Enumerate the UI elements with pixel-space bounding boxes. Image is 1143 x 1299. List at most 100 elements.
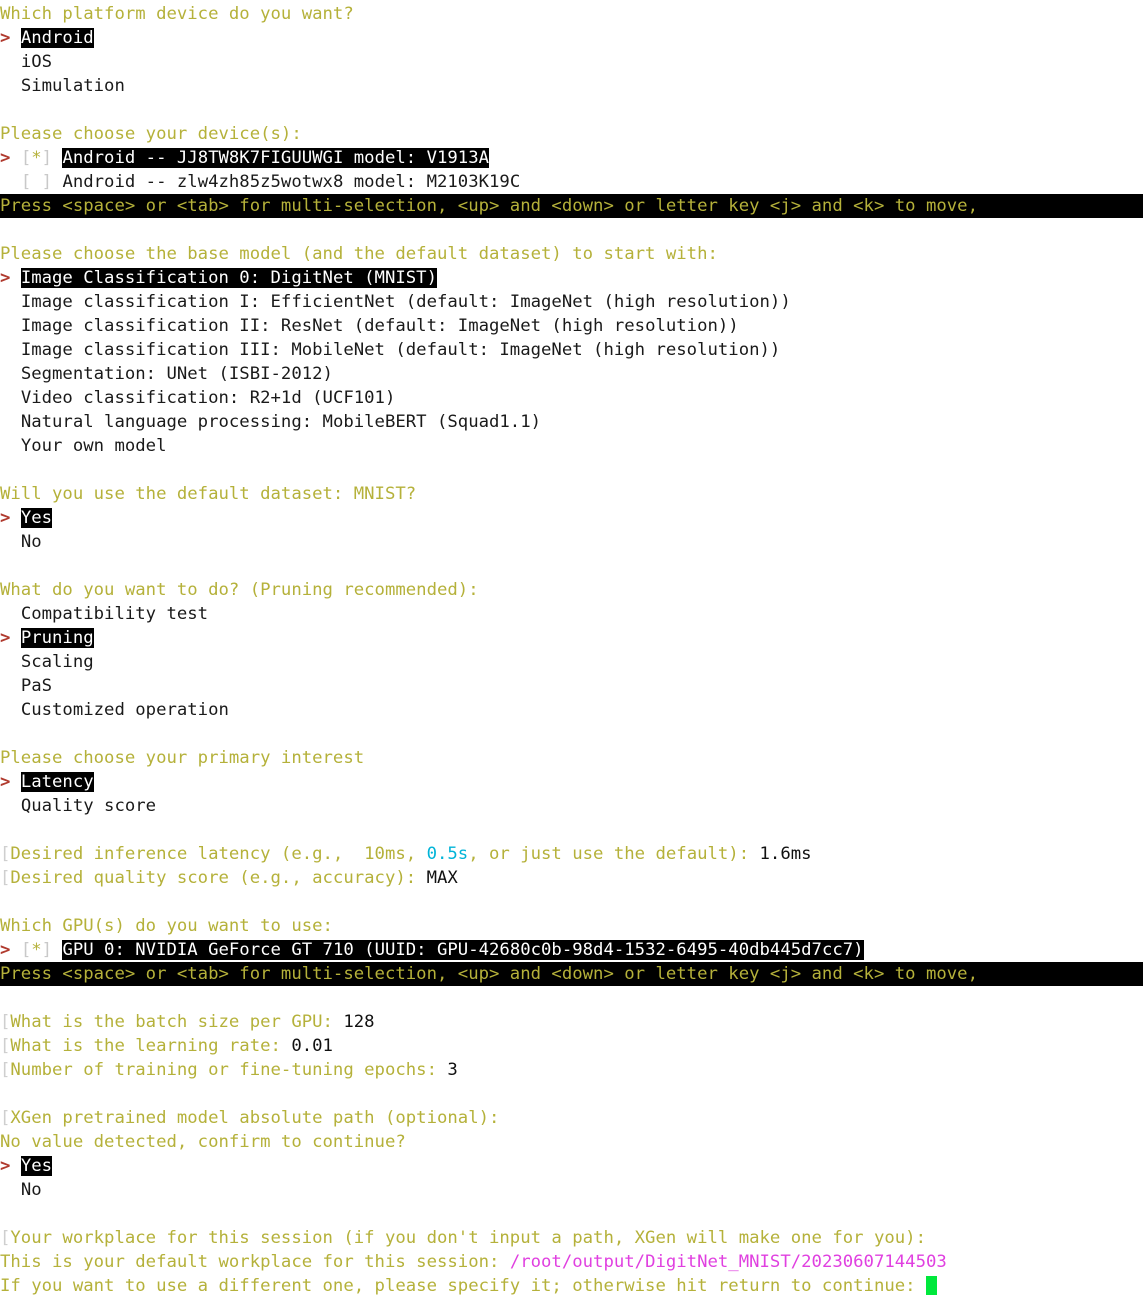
multiselect-hint-text: Press <space> or <tab> for multi-selecti… [0, 964, 978, 984]
default-dataset-question: Will you use the default dataset: MNIST? [0, 482, 1143, 506]
gpu-label: GPU 0: NVIDIA GeForce GT 710 (UUID: GPU-… [62, 940, 864, 960]
pointer-icon: > [0, 1156, 11, 1176]
task-question: What do you want to do? (Pruning recomme… [0, 578, 1143, 602]
primary-interest-option-quality-score[interactable]: Quality score [0, 794, 1143, 818]
base-model-option-label: Your own model [20, 436, 167, 456]
device-label: Android -- JJ8TW8K7FIGUUWGI model: V1913… [62, 148, 490, 168]
base-model-option-5[interactable]: Video classification: R2+1d (UCF101) [0, 386, 1143, 410]
base-model-option-6[interactable]: Natural language processing: MobileBERT … [0, 410, 1143, 434]
gpu-question: Which GPU(s) do you want to use: [0, 914, 1143, 938]
checkbox-checked-icon[interactable]: [*] [21, 940, 52, 960]
task-option-pas[interactable]: PaS [0, 674, 1143, 698]
task-option-customized-operation[interactable]: Customized operation [0, 698, 1143, 722]
workplace-prompt: Your workplace for this session (if you … [10, 1228, 926, 1248]
base-model-option-7[interactable]: Your own model [0, 434, 1143, 458]
platform-option-android[interactable]: > Android [0, 26, 1143, 50]
primary-interest-option-label: Latency [20, 772, 94, 792]
device-row-0[interactable]: > [*] Android -- JJ8TW8K7FIGUUWGI model:… [0, 146, 1143, 170]
pretrained-option-label: Yes [20, 1156, 53, 1176]
learning-rate-row[interactable]: [What is the learning rate: 0.01 [0, 1034, 1143, 1058]
epochs-value[interactable]: 3 [447, 1060, 457, 1080]
pretrained-option-no[interactable]: No [0, 1178, 1143, 1202]
task-option-pruning[interactable]: > Pruning [0, 626, 1143, 650]
task-option-label: Pruning [20, 628, 94, 648]
pointer-icon: > [0, 268, 11, 288]
text-cursor-icon [925, 1276, 937, 1295]
edge-bracket-icon: [ [0, 1036, 11, 1056]
learning-rate-prompt: What is the learning rate: [10, 1036, 292, 1056]
devices-question: Please choose your device(s): [0, 122, 1143, 146]
default-dataset-option-yes[interactable]: > Yes [0, 506, 1143, 530]
quality-value[interactable]: MAX [427, 868, 458, 888]
batch-size-value[interactable]: 128 [343, 1012, 374, 1032]
devices-question-text: Please choose your device(s): [0, 124, 302, 144]
pretrained-option-label: No [20, 1180, 42, 1200]
platform-option-simulation[interactable]: Simulation [0, 74, 1143, 98]
base-model-option-2[interactable]: Image classification II: ResNet (default… [0, 314, 1143, 338]
checkbox-unchecked-icon[interactable]: [ ] [21, 172, 52, 192]
checkbox-checked-icon[interactable]: [*] [21, 148, 52, 168]
learning-rate-value[interactable]: 0.01 [291, 1036, 333, 1056]
edge-bracket-icon: [ [0, 1060, 11, 1080]
task-question-text: What do you want to do? (Pruning recomme… [0, 580, 479, 600]
platform-option-label: iOS [20, 52, 53, 72]
base-model-option-0[interactable]: > Image Classification 0: DigitNet (MNIS… [0, 266, 1143, 290]
primary-interest-option-latency[interactable]: > Latency [0, 770, 1143, 794]
platform-option-ios[interactable]: iOS [0, 50, 1143, 74]
epochs-prompt: Number of training or fine-tuning epochs… [10, 1060, 448, 1080]
task-option-label: Customized operation [20, 700, 229, 720]
pretrained-path-prompt: XGen pretrained model absolute path (opt… [10, 1108, 500, 1128]
pointer-icon: > [0, 940, 11, 960]
epochs-row[interactable]: [Number of training or fine-tuning epoch… [0, 1058, 1143, 1082]
latency-prompt-b: , or just use the default): [468, 844, 760, 864]
pretrained-confirm-question: No value detected, confirm to continue? [0, 1130, 1143, 1154]
latency-example-value: 0.5s [426, 844, 469, 864]
base-model-option-4[interactable]: Segmentation: UNet (ISBI-2012) [0, 362, 1143, 386]
terminal-output: Which platform device do you want? > And… [0, 0, 1143, 1298]
base-model-option-label: Video classification: R2+1d (UCF101) [20, 388, 396, 408]
default-dataset-option-no[interactable]: No [0, 530, 1143, 554]
workplace-default-path: /root/output/DigitNet_MNIST/202306071445… [509, 1252, 947, 1272]
pointer-icon: > [0, 28, 11, 48]
latency-value[interactable]: 1.6ms [760, 844, 812, 864]
batch-size-row[interactable]: [What is the batch size per GPU: 128 [0, 1010, 1143, 1034]
edge-bracket-icon: [ [0, 844, 11, 864]
platform-question-text: Which platform device do you want? [0, 4, 354, 24]
platform-option-label: Simulation [20, 76, 125, 96]
base-model-option-label: Image classification II: ResNet (default… [20, 316, 739, 336]
quality-input-row[interactable]: [Desired quality score (e.g., accuracy):… [0, 866, 1143, 890]
task-option-compatibility-test[interactable]: Compatibility test [0, 602, 1143, 626]
base-model-option-label: Image Classification 0: DigitNet (MNIST) [20, 268, 437, 288]
pointer-icon: > [0, 148, 11, 168]
pointer-icon: > [0, 508, 11, 528]
pointer-icon: > [0, 628, 11, 648]
multiselect-hint-text: Press <space> or <tab> for multi-selecti… [0, 196, 978, 216]
base-model-option-3[interactable]: Image classification III: MobileNet (def… [0, 338, 1143, 362]
device-label: Android -- zlw4zh85z5wotwx8 model: M2103… [62, 172, 521, 192]
pretrained-option-yes[interactable]: > Yes [0, 1154, 1143, 1178]
gpu-question-text: Which GPU(s) do you want to use: [0, 916, 333, 936]
latency-prompt-a: Desired inference latency (e.g., 10ms, [10, 844, 427, 864]
task-option-scaling[interactable]: Scaling [0, 650, 1143, 674]
primary-interest-option-label: Quality score [20, 796, 157, 816]
base-model-option-label: Image classification I: EfficientNet (de… [20, 292, 791, 312]
latency-input-row[interactable]: [Desired inference latency (e.g., 10ms, … [0, 842, 1143, 866]
base-model-option-1[interactable]: Image classification I: EfficientNet (de… [0, 290, 1143, 314]
base-model-question-text: Please choose the base model (and the de… [0, 244, 718, 264]
pretrained-path-row[interactable]: [XGen pretrained model absolute path (op… [0, 1106, 1143, 1130]
device-row-1[interactable]: [ ] Android -- zlw4zh85z5wotwx8 model: M… [0, 170, 1143, 194]
platform-question: Which platform device do you want? [0, 2, 1143, 26]
workplace-input-row[interactable]: If you want to use a different one, plea… [0, 1274, 1143, 1298]
pretrained-confirm-text: No value detected, confirm to continue? [0, 1132, 406, 1152]
batch-size-prompt: What is the batch size per GPU: [10, 1012, 344, 1032]
gpu-row-0[interactable]: > [*] GPU 0: NVIDIA GeForce GT 710 (UUID… [0, 938, 1143, 962]
pointer-icon: > [0, 772, 11, 792]
base-model-option-label: Image classification III: MobileNet (def… [20, 340, 781, 360]
